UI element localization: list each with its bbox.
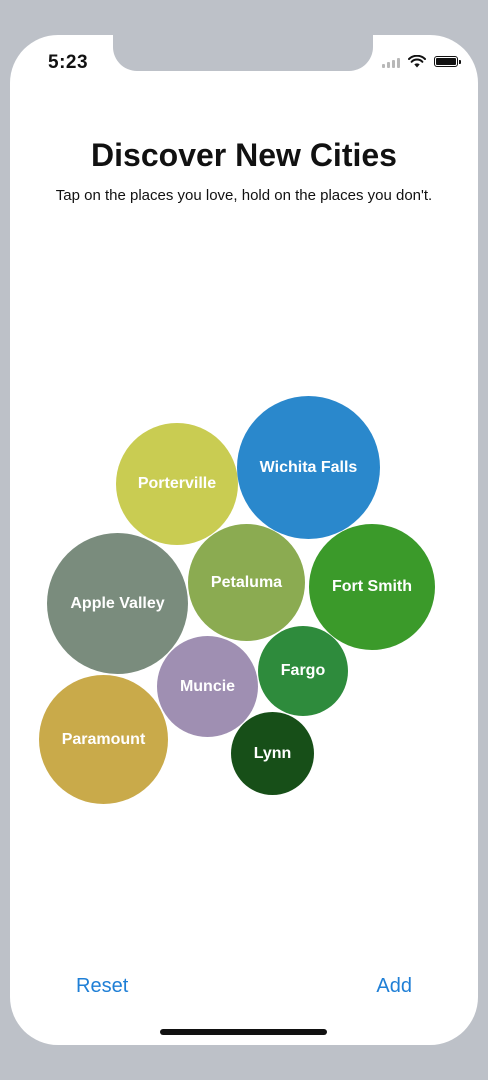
city-label: Fort Smith (332, 578, 412, 595)
add-button[interactable]: Add (376, 975, 412, 998)
device-notch (113, 35, 373, 71)
status-icons (382, 55, 461, 68)
city-label: Lynn (253, 744, 292, 762)
city-label: Porterville (137, 475, 217, 492)
city-bubble-muncie[interactable]: Muncie (157, 636, 258, 737)
city-bubble-paramount[interactable]: Paramount (39, 675, 168, 804)
city-bubble-wichita-falls[interactable]: Wichita Falls (237, 396, 380, 539)
city-label: Fargo (280, 662, 326, 679)
city-label: Wichita Falls (259, 458, 358, 476)
city-bubble-fort-smith[interactable]: Fort Smith (309, 524, 435, 650)
city-label: Apple Valley (70, 594, 165, 612)
page-title: Discover New Cities (91, 137, 397, 173)
cellular-signal-icon (382, 56, 400, 68)
city-bubble-fargo[interactable]: Fargo (258, 626, 348, 716)
city-label: Muncie (179, 677, 236, 695)
city-bubble-lynn[interactable]: Lynn (231, 712, 314, 795)
wifi-icon (408, 55, 426, 68)
city-label: Petaluma (210, 573, 283, 591)
page-subtitle: Tap on the places you love, hold on the … (55, 187, 433, 204)
app-screen: 5:23 Discover New Cities Tap on the plac… (10, 35, 478, 1045)
reset-button[interactable]: Reset (76, 975, 128, 998)
battery-icon (434, 56, 461, 67)
city-label: Paramount (61, 730, 146, 748)
city-bubble-porterville[interactable]: Porterville (116, 423, 238, 545)
city-bubble-apple-valley[interactable]: Apple Valley (47, 533, 188, 674)
status-time: 5:23 (48, 52, 89, 73)
home-indicator[interactable] (160, 1029, 327, 1035)
city-bubble-petaluma[interactable]: Petaluma (188, 524, 305, 641)
